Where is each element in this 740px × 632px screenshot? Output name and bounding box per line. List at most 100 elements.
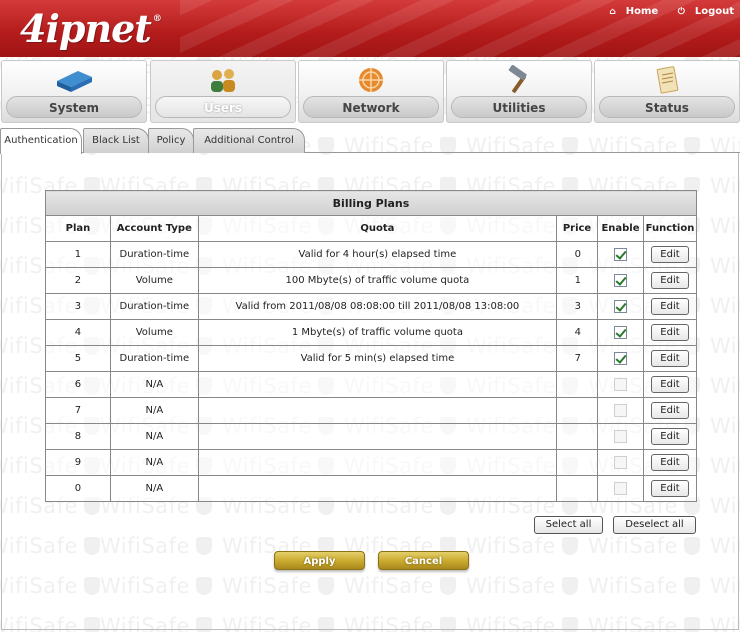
enable-checkbox[interactable] [613,300,627,313]
table-row: 4 Volume 1 Mbyte(s) of traffic volume quot… [45,319,698,346]
account-type-cell: Volume [109,267,199,294]
table-row: 8 N/A Edit [45,423,698,450]
logout-link[interactable]: ⏻ Logout [670,6,734,17]
deselect-all-button[interactable]: Deselect all [613,516,696,534]
plan-cell: 4 [45,319,111,346]
enable-cell [597,449,644,476]
billing-plans-body: 1 Duration-time Valid for 4 hour(s) elapse… [45,241,698,502]
edit-button[interactable]: Edit [650,480,689,497]
sub-tabs: Authentication Black List Policy Additio… [0,127,740,154]
quota-cell: 1 Mbyte(s) of traffic volume quota [197,319,558,346]
account-type-cell: N/A [109,397,199,424]
select-all-button[interactable]: Select all [534,516,603,534]
enable-checkbox[interactable] [613,352,627,365]
edit-button[interactable]: Edit [650,298,689,315]
network-globe-icon [359,68,383,92]
quota-cell: Valid for 5 min(s) elapsed time [197,345,558,372]
function-cell: Edit [642,475,698,502]
tab-additional-control[interactable]: Additional Control [193,128,305,153]
table-row: 1 Duration-time Valid for 4 hour(s) elapse… [45,241,698,268]
account-type-cell: Duration-time [109,293,199,320]
nav-system-label: System [6,96,142,118]
enable-cell [597,397,644,424]
edit-button[interactable]: Edit [650,324,689,341]
enable-checkbox[interactable] [613,274,627,287]
top-links: ⌂ Home ⏻ Logout [593,6,734,17]
table-row: 0 N/A Edit [45,475,698,502]
enable-checkbox [613,378,627,391]
edit-button[interactable]: Edit [650,402,689,419]
function-cell: Edit [642,423,698,450]
plan-cell: 8 [45,423,111,450]
nav-utilities[interactable]: Utilities [446,60,592,123]
enable-cell [597,345,644,372]
price-cell: 3 [556,293,598,320]
home-link-label: Home [625,6,659,17]
nav-system[interactable]: System [1,60,147,123]
nav-status[interactable]: Status [594,60,740,123]
enable-checkbox[interactable] [613,326,627,339]
edit-button[interactable]: Edit [650,350,689,367]
plan-cell: 6 [45,371,111,398]
function-cell: Edit [642,345,698,372]
nav-users[interactable]: Users [150,60,296,123]
enable-checkbox[interactable] [613,248,627,261]
logout-link-label: Logout [694,6,734,17]
quota-cell [197,371,558,398]
plan-cell: 0 [45,475,111,502]
network-device-icon [57,71,92,92]
plan-cell: 2 [45,267,111,294]
plan-cell: 7 [45,397,111,424]
function-cell: Edit [642,371,698,398]
column-header-quota: Quota [197,215,558,242]
account-type-cell: Volume [109,319,199,346]
apply-button[interactable]: Apply [274,551,365,570]
price-cell: 1 [556,267,598,294]
table-row: 5 Duration-time Valid for 5 min(s) elapsed… [45,345,698,372]
price-cell: 4 [556,319,598,346]
table-row: 6 N/A Edit [45,371,698,398]
nav-network-label: Network [303,96,439,118]
home-icon: ⌂ [609,7,616,17]
enable-cell [597,475,644,502]
column-header-function: Function [642,215,698,242]
enable-checkbox [613,404,627,417]
column-header-enable: Enable [597,215,644,242]
nav-network[interactable]: Network [298,60,444,123]
account-type-cell: N/A [109,475,199,502]
quota-cell [197,449,558,476]
price-cell [556,371,598,398]
edit-button[interactable]: Edit [650,246,689,263]
edit-button[interactable]: Edit [650,376,689,393]
price-cell [556,423,598,450]
plan-cell: 1 [45,241,111,268]
function-cell: Edit [642,241,698,268]
plan-cell: 9 [45,449,111,476]
users-icon [211,69,235,92]
edit-button[interactable]: Edit [650,454,689,471]
plan-cell: 3 [45,293,111,320]
account-type-cell: Duration-time [109,241,199,268]
enable-cell [597,371,644,398]
tab-policy[interactable]: Policy [148,128,194,153]
edit-button[interactable]: Edit [650,428,689,445]
home-link[interactable]: ⌂ Home [601,6,658,17]
function-cell: Edit [642,449,698,476]
table-title: Billing Plans [45,190,697,216]
table-row: 2 Volume 100 Mbyte(s) of traffic volume qu… [45,267,698,294]
enable-cell [597,293,644,320]
tab-authentication[interactable]: Authentication [0,128,82,154]
main-navigation: System Users Network Utilities Status [0,60,740,124]
quota-cell [197,475,558,502]
edit-button[interactable]: Edit [650,272,689,289]
column-header-price: Price [556,215,598,242]
nav-status-label: Status [599,96,735,118]
brand-logo: 4ipnet ® [20,6,162,51]
tab-black-list[interactable]: Black List [83,128,149,153]
nav-users-label: Users [155,96,291,118]
enable-checkbox [613,482,627,495]
plan-cell: 5 [45,345,111,372]
enable-cell [597,319,644,346]
column-header-plan: Plan [45,215,111,242]
cancel-button[interactable]: Cancel [378,551,469,570]
